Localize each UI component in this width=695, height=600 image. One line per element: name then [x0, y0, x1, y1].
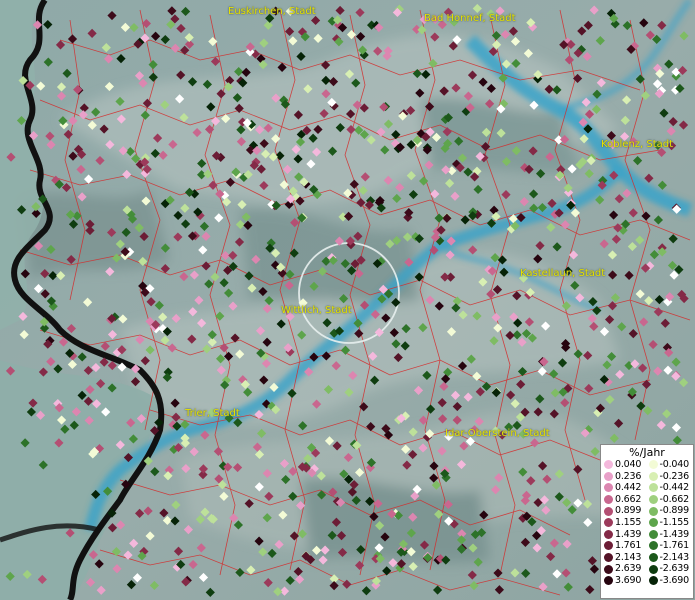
- legend-value: 0.236: [615, 470, 642, 482]
- city-label-koblenz: Koblenz, Stadt: [601, 139, 674, 150]
- legend-value: 1.761: [615, 540, 642, 552]
- legend-value: 0.040: [615, 459, 642, 470]
- legend-swatch: [604, 576, 613, 586]
- city-label-trier: Trier, Stadt: [185, 408, 240, 419]
- legend-value: 0.899: [615, 505, 642, 517]
- legend-entry: -2.143: [648, 551, 694, 564]
- map-canvas[interactable]: [0, 0, 695, 600]
- legend-swatch: [648, 576, 658, 586]
- legend-entry: 0.899: [604, 505, 649, 517]
- legend-swatch: [648, 518, 658, 528]
- legend-entry: 0.040: [604, 459, 649, 471]
- legend-swatch: [648, 506, 658, 516]
- legend-value: 3.690: [615, 574, 642, 586]
- legend-value: 0.442: [615, 482, 642, 494]
- legend-value: 1.155: [615, 516, 642, 528]
- legend-title: %/Jahr: [629, 446, 665, 459]
- legend-value: -1.155: [659, 516, 690, 528]
- legend-value: -1.439: [659, 528, 690, 540]
- legend-value: -2.639: [659, 563, 690, 575]
- city-label-euskirchen: Euskirchen, Stadt: [228, 6, 316, 17]
- legend-value: 2.143: [615, 551, 642, 563]
- legend-entry: -1.761: [648, 540, 694, 552]
- legend-swatch: [648, 553, 658, 563]
- legend-value: -0.040: [659, 459, 690, 470]
- legend-entry: -1.155: [648, 516, 694, 529]
- legend-swatch: [648, 529, 658, 539]
- legend-entry: -0.040: [648, 459, 694, 471]
- legend-entry: 2.143: [604, 552, 649, 564]
- legend-entry: 0.662: [604, 494, 649, 506]
- legend-value: -0.662: [659, 493, 690, 505]
- legend-swatch: [604, 564, 613, 574]
- legend-value: -3.690: [659, 574, 690, 586]
- legend-swatch: [648, 483, 658, 493]
- legend-swatch: [604, 553, 613, 563]
- legend-value: -0.899: [659, 505, 690, 517]
- legend-entry: 1.761: [604, 540, 649, 552]
- legend-swatch: [604, 460, 613, 470]
- legend-value: -2.143: [659, 551, 690, 563]
- legend-swatch: [604, 518, 613, 528]
- legend-swatch: [604, 529, 613, 539]
- legend-entry: -0.442: [648, 482, 694, 494]
- legend-entry: 1.439: [604, 529, 649, 541]
- city-label-bad-honnef: Bad Honnef, Stadt: [424, 13, 516, 24]
- legend-swatch: [648, 460, 658, 470]
- legend: %/Jahr 0.040 0.236 0.442 0.662 0.899 1.155 1.4…: [600, 444, 694, 599]
- legend-value: 1.439: [615, 528, 642, 540]
- legend-entry: -2.639: [648, 563, 694, 575]
- legend-value: 2.639: [615, 563, 642, 575]
- legend-swatch: [648, 564, 658, 574]
- legend-swatch: [604, 541, 613, 551]
- legend-swatch: [604, 471, 613, 481]
- legend-entry: 0.442: [604, 482, 649, 494]
- legend-entry: -1.439: [648, 528, 694, 541]
- legend-value: 0.662: [615, 493, 642, 505]
- legend-swatch: [604, 495, 613, 505]
- map-view[interactable]: Euskirchen, Stadt Bad Honnef, Stadt Kobl…: [0, 0, 695, 600]
- legend-entry: -0.899: [648, 505, 694, 517]
- legend-value: -0.236: [659, 470, 690, 482]
- legend-entry: 0.236: [604, 471, 649, 483]
- legend-value: -0.442: [659, 482, 690, 494]
- legend-negative-column: -0.040 -0.236 -0.442 -0.662 -0.899 -1.155 -1.4…: [648, 459, 694, 587]
- legend-swatch: [648, 471, 658, 481]
- legend-entry: -0.662: [648, 493, 694, 506]
- legend-entry: 3.690: [604, 575, 649, 587]
- city-label-wittlich: Wittlich, Stadt: [281, 305, 352, 316]
- legend-swatch: [648, 495, 658, 505]
- legend-entry: 1.155: [604, 517, 649, 529]
- legend-swatch: [604, 483, 613, 493]
- legend-entry: -0.236: [648, 470, 694, 483]
- city-label-kastellaun: Kastellaun, Stadt: [520, 268, 606, 279]
- legend-swatch: [648, 541, 658, 551]
- legend-swatch: [604, 506, 613, 516]
- legend-value: -1.761: [659, 540, 690, 552]
- legend-entry: -3.690: [648, 574, 694, 587]
- legend-positive-column: 0.040 0.236 0.442 0.662 0.899 1.155 1.439 1.761…: [604, 459, 649, 587]
- city-label-idar-oberstein: Idar-Oberstein, Stadt: [445, 428, 550, 439]
- legend-entry: 2.639: [604, 563, 649, 575]
